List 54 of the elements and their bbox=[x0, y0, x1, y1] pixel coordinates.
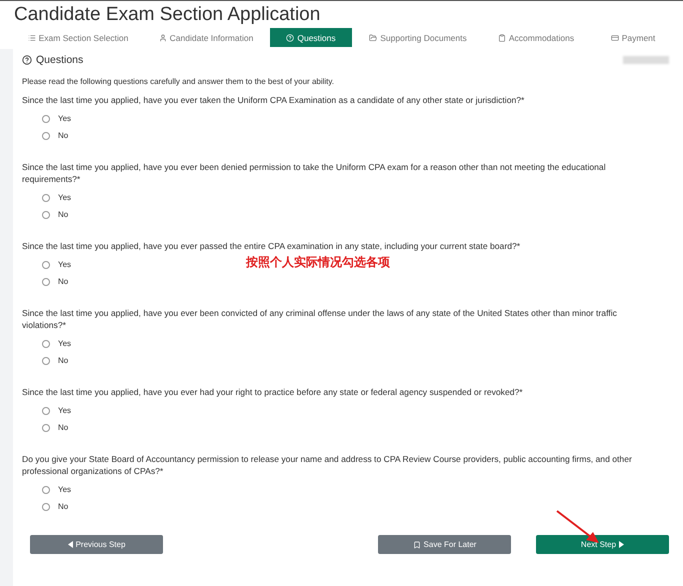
blurred-text bbox=[623, 56, 669, 64]
option-label: No bbox=[58, 502, 68, 511]
bookmark-icon bbox=[412, 540, 421, 548]
next-button[interactable]: Next Step bbox=[536, 535, 669, 554]
option-label: No bbox=[58, 131, 68, 140]
folder-icon bbox=[369, 34, 378, 42]
annotation-text: 按照个人实际情况勾选各项 bbox=[246, 254, 390, 271]
option-label: Yes bbox=[58, 114, 72, 123]
question-text: Since the last time you applied, have you ever been denied permission to take the Uniform CPA exam for a reason other than not meeting the educational requirements?* bbox=[22, 161, 607, 185]
option-label: No bbox=[58, 210, 68, 219]
radio-button[interactable] bbox=[42, 424, 50, 432]
question-text: Since the last time you applied, have you ever been convicted of any criminal offense under the laws of any state of the United States other than minor traffic violations?* bbox=[22, 307, 618, 331]
radio-button[interactable] bbox=[42, 502, 50, 510]
option-label: No bbox=[58, 277, 68, 286]
question-text: Since the last time you applied, have you ever had your right to practice before any state or federal agency suspended or revoked?* bbox=[22, 386, 524, 398]
user-icon bbox=[158, 34, 167, 42]
tab[interactable]: Candidate Information bbox=[142, 28, 270, 47]
tab[interactable]: Accommodations bbox=[484, 28, 588, 47]
tab[interactable]: Payment bbox=[588, 28, 678, 47]
caret-right-icon bbox=[619, 541, 624, 548]
radio-button[interactable] bbox=[42, 194, 50, 202]
caret-left-icon bbox=[68, 541, 73, 548]
radio-button[interactable] bbox=[42, 340, 50, 348]
radio-button[interactable] bbox=[42, 486, 50, 494]
tab[interactable]: Questions bbox=[270, 28, 352, 47]
clipboard-icon bbox=[498, 34, 506, 42]
option-label: Yes bbox=[58, 260, 72, 269]
save-button[interactable]: Save For Later bbox=[378, 535, 511, 554]
card-icon bbox=[610, 34, 619, 42]
list-icon bbox=[28, 34, 36, 42]
radio-button[interactable] bbox=[42, 114, 50, 122]
radio-button[interactable] bbox=[42, 278, 50, 286]
option-label: No bbox=[58, 356, 68, 365]
radio-button[interactable] bbox=[42, 210, 50, 218]
page-title: Candidate Exam Section Application bbox=[14, 3, 322, 27]
intro-text: Please read the following questions carefully and answer them to the best of your ability. bbox=[22, 77, 336, 86]
option-label: No bbox=[58, 423, 68, 432]
radio-button[interactable] bbox=[42, 356, 50, 364]
help-icon bbox=[22, 55, 32, 65]
option-label: Yes bbox=[58, 485, 72, 494]
question-text: Do you give your State Board of Accountancy permission to release your name and address to CPA Review Course providers, public accounting firms, and other professional organizations of CPAs?* bbox=[22, 453, 633, 477]
previous-button[interactable]: Previous Step bbox=[30, 535, 163, 554]
section-heading: Questions bbox=[22, 54, 84, 66]
radio-button[interactable] bbox=[42, 260, 50, 268]
option-label: Yes bbox=[58, 339, 72, 348]
option-label: Yes bbox=[58, 406, 72, 415]
question-text: Since the last time you applied, have you ever taken the Uniform CPA Examination as a candidate of any other state or jurisdiction?* bbox=[22, 94, 526, 106]
radio-button[interactable] bbox=[42, 132, 50, 140]
tab[interactable]: Exam Section Selection bbox=[14, 28, 142, 47]
option-label: Yes bbox=[58, 193, 72, 202]
help-icon bbox=[286, 34, 294, 42]
tab[interactable]: Supporting Documents bbox=[352, 28, 484, 47]
radio-button[interactable] bbox=[42, 406, 50, 414]
question-text: Since the last time you applied, have you ever passed the entire CPA examination in any state, including your current state board?* bbox=[22, 240, 522, 252]
